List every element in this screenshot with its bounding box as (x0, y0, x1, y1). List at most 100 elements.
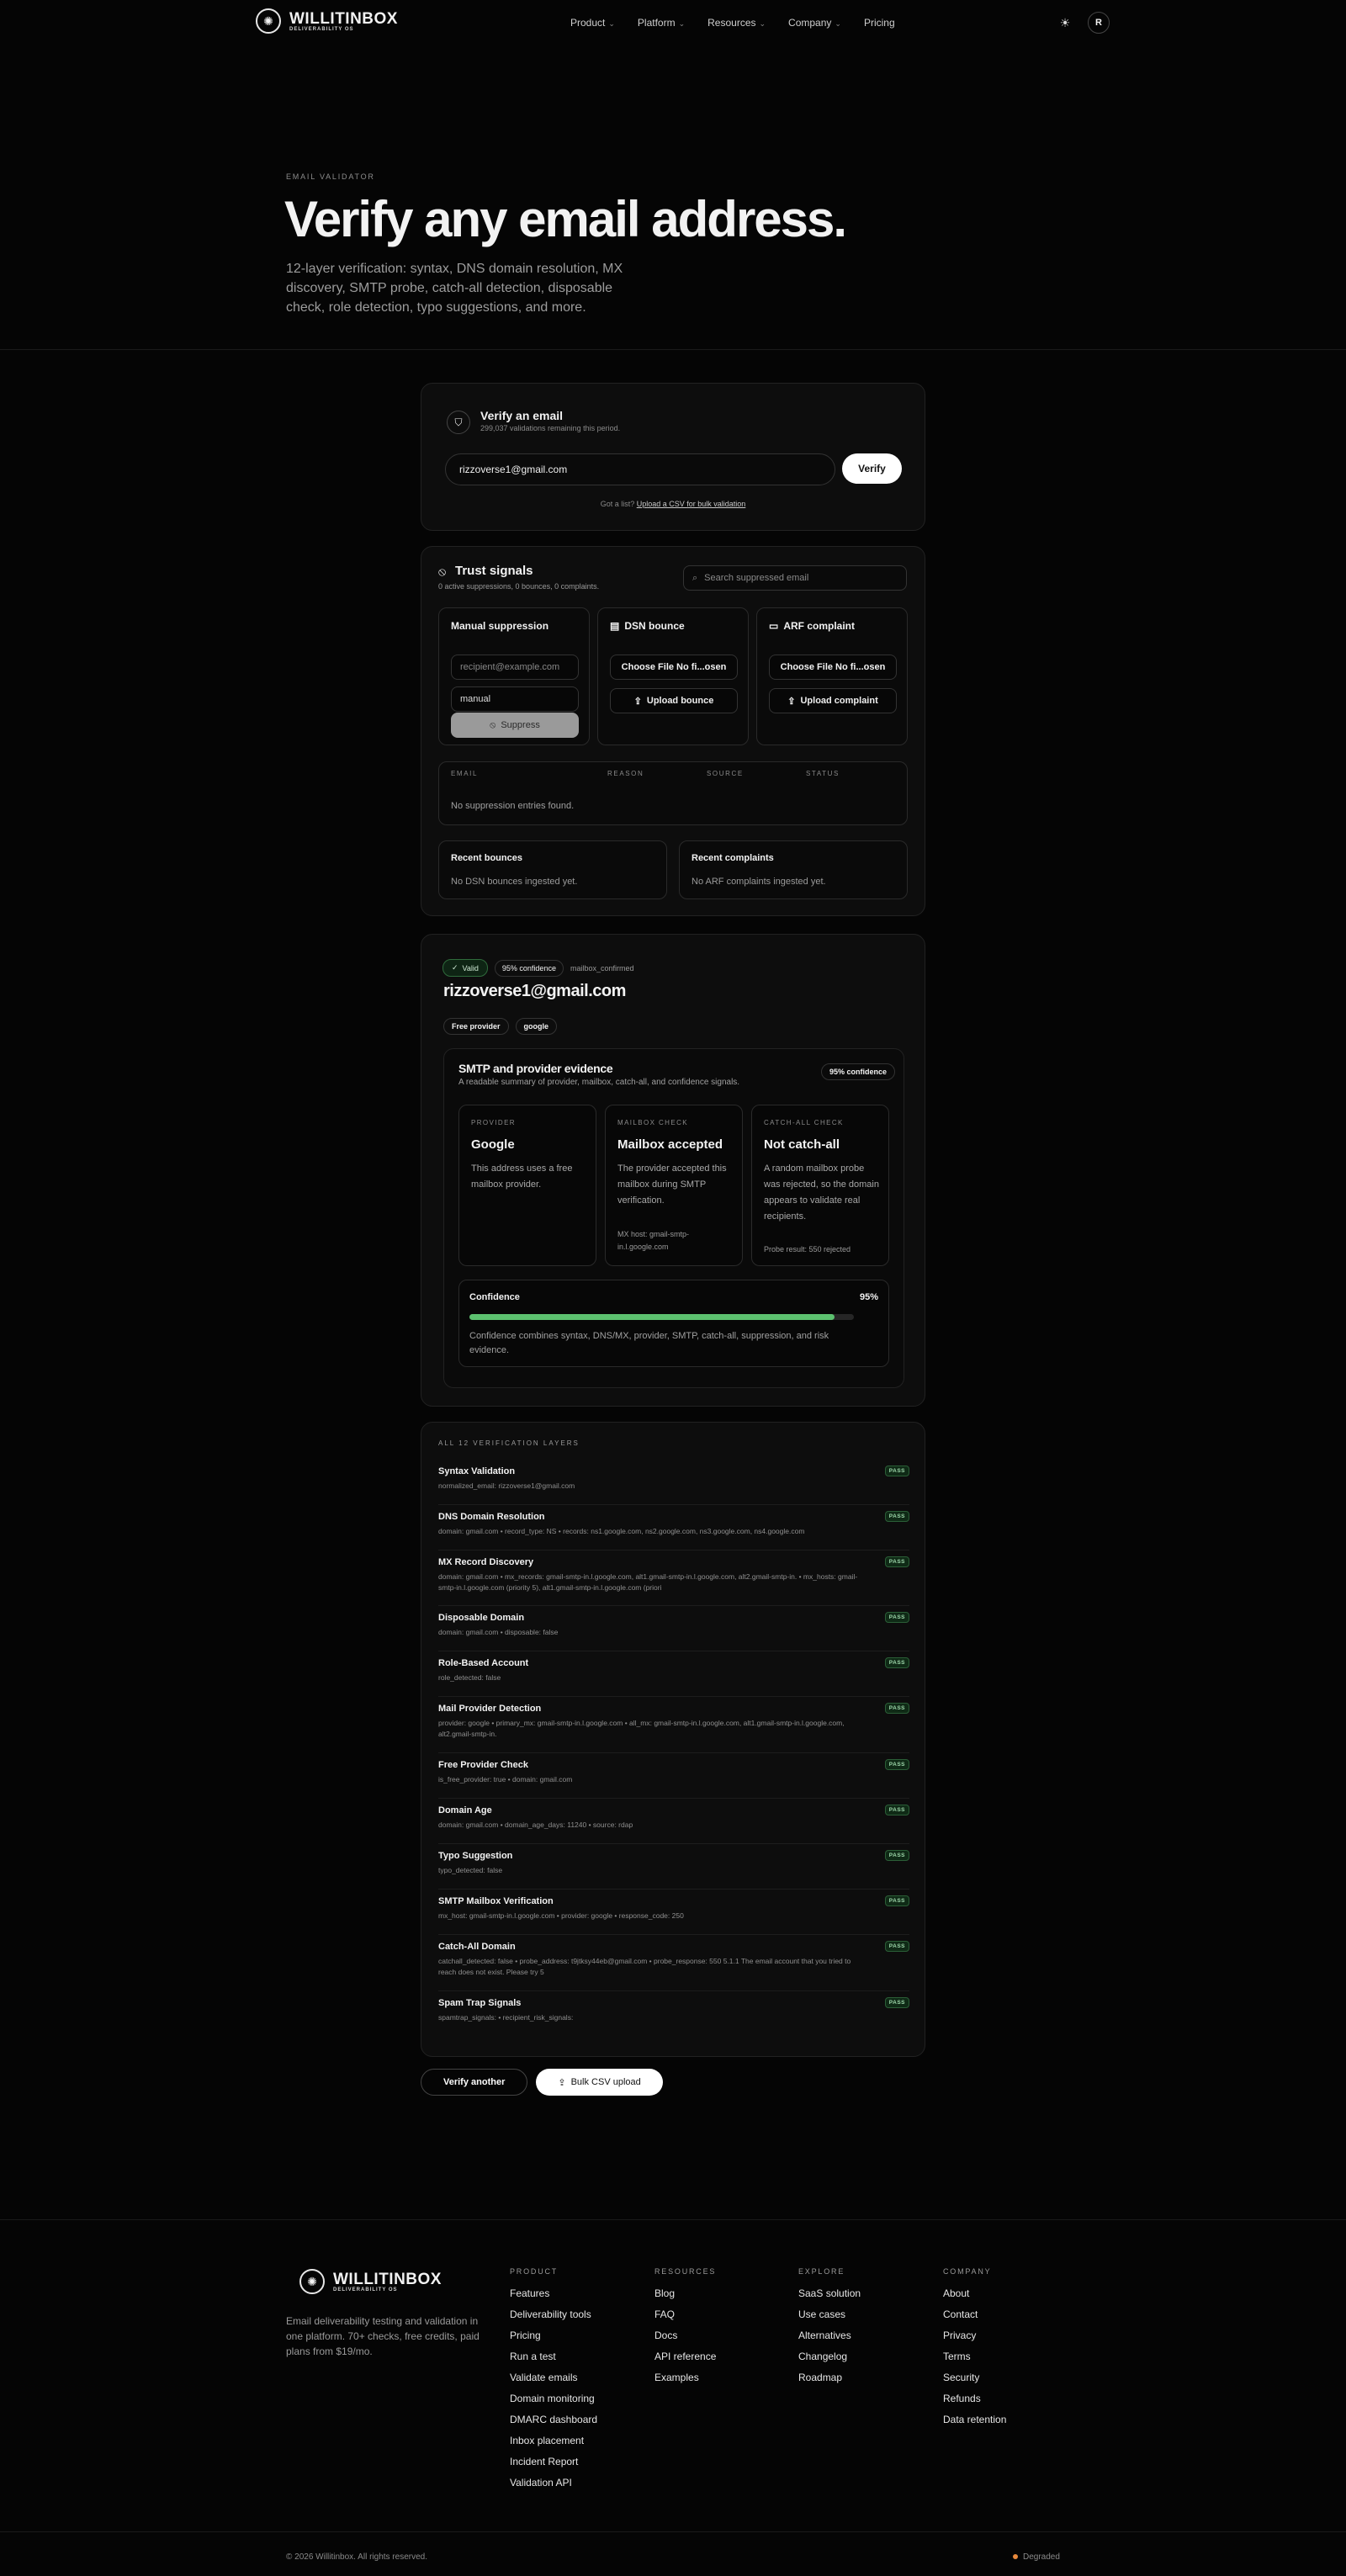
suppress-button[interactable]: ⦸ Suppress (451, 713, 579, 738)
footer-link[interactable]: Roadmap (798, 2372, 861, 2393)
layer-name: Free Provider Check (438, 1760, 528, 1770)
bulk-hint: Got a list? Upload a CSV for bulk valida… (421, 500, 925, 508)
nav-company[interactable]: Company ⌄ (788, 17, 841, 29)
avatar[interactable]: R (1088, 12, 1110, 34)
pass-badge: PASS (884, 1941, 909, 1952)
footer-link[interactable]: Inbox placement (510, 2435, 597, 2456)
table-empty: No suppression entries found. (451, 801, 575, 811)
result-email: rizzoverse1@gmail.com (443, 982, 626, 1000)
footer-link[interactable]: Terms (943, 2351, 1006, 2372)
trust-signals-card: ⦸ Trust signals 0 active suppressions, 0… (421, 546, 925, 916)
footer-link[interactable]: Validate emails (510, 2372, 597, 2393)
trust-title: Trust signals (455, 564, 533, 578)
nav-pricing[interactable]: Pricing (864, 17, 895, 29)
footer-logo[interactable]: ✺ WILLITINBOX DELIVERABILITY OS (299, 2269, 442, 2294)
sun-icon[interactable]: ☀ (1054, 12, 1076, 34)
document-icon: ▤ (610, 620, 620, 632)
copyright: © 2026 Willitinbox. All rights reserved. (286, 2552, 427, 2562)
pass-badge: PASS (884, 1759, 909, 1770)
suppressed-search-input[interactable] (704, 573, 890, 583)
system-status[interactable]: Degraded (1013, 2552, 1060, 2562)
footer-link[interactable]: Domain monitoring (510, 2393, 597, 2414)
layer-detail: catchall_detected: false • probe_address… (438, 1957, 851, 1976)
layer-detail: role_detected: false (438, 1673, 501, 1682)
footer-link[interactable]: Data retention (943, 2414, 1006, 2435)
check-circle-icon: ✓ (452, 963, 458, 972)
upload-bounce-button[interactable]: ⇪ Upload bounce (610, 688, 738, 713)
recipient-input[interactable] (451, 655, 579, 680)
layer-detail: mx_host: gmail-smtp-in.l.google.com • pr… (438, 1911, 684, 1920)
footer-link[interactable]: Run a test (510, 2351, 597, 2372)
dsn-file-input[interactable]: Choose File No fi...osen (610, 655, 738, 680)
footer-link[interactable]: Contact (943, 2308, 1006, 2330)
nav-product[interactable]: Product ⌄ (570, 17, 615, 29)
mailbox-mx-host: MX host: gmail-smtp-in.l.google.com (617, 1230, 690, 1251)
bulk-csv-upload-button[interactable]: ⇪ Bulk CSV upload (536, 2069, 663, 2096)
verify-button[interactable]: Verify (842, 453, 902, 484)
pass-badge: PASS (884, 1612, 909, 1623)
footer-link[interactable]: Docs (654, 2330, 716, 2351)
verify-another-button[interactable]: Verify another (421, 2069, 528, 2096)
message-icon: ▭ (769, 620, 779, 632)
pass-badge: PASS (884, 1703, 909, 1714)
layer-row: Free Provider Check is_free_provider: tru… (438, 1759, 909, 1799)
footer-column: PRODUCT Features Deliverability tools Prici… (510, 2267, 597, 2498)
footer-link[interactable]: Deliverability tools (510, 2308, 597, 2330)
pass-badge: PASS (884, 1805, 909, 1815)
footer-link[interactable]: Use cases (798, 2308, 861, 2330)
hero: EMAIL VALIDATOR Verify any email address… (0, 47, 1346, 350)
verify-remaining: 299,037 validations remaining this perio… (480, 424, 621, 432)
layer-detail: is_free_provider: true • domain: gmail.c… (438, 1775, 573, 1784)
footer-link[interactable]: Changelog (798, 2351, 861, 2372)
footer-link[interactable]: DMARC dashboard (510, 2414, 597, 2435)
pass-badge: PASS (884, 1511, 909, 1522)
email-input[interactable] (445, 453, 835, 485)
pass-badge: PASS (884, 1997, 909, 2008)
footer-description: Email deliverability testing and validat… (286, 2315, 480, 2357)
upload-icon: ⇪ (558, 2077, 566, 2088)
pass-badge: PASS (884, 1657, 909, 1668)
col-status: STATUS (806, 770, 840, 777)
upload-complaint-button[interactable]: ⇪ Upload complaint (769, 688, 897, 713)
col-reason: REASON (607, 770, 644, 777)
bulk-hint-text: Got a list? (600, 500, 635, 508)
chevron-down-icon: ⌄ (608, 19, 615, 28)
footer-link[interactable]: Pricing (510, 2330, 597, 2351)
layer-detail: typo_detected: false (438, 1866, 503, 1874)
footer-link[interactable]: Security (943, 2372, 1006, 2393)
layer-row: Domain Age domain: gmail.com • domain_age… (438, 1805, 909, 1844)
pass-badge: PASS (884, 1556, 909, 1567)
footer-link[interactable]: Refunds (943, 2393, 1006, 2414)
col-source: SOURCE (707, 770, 744, 777)
confidence-badge: 95% confidence (494, 959, 564, 977)
footer-link[interactable]: Validation API (510, 2477, 597, 2498)
layer-row: Role-Based Account role_detected: false PA… (438, 1657, 909, 1697)
layer-row: Mail Provider Detection provider: google … (438, 1703, 909, 1753)
hero-subtitle: 12-layer verification: syntax, DNS domai… (286, 262, 623, 315)
brand-logo[interactable]: ✺ WILLITINBOX DELIVERABILITY OS (256, 8, 398, 34)
arf-file-input[interactable]: Choose File No fi...osen (769, 655, 897, 680)
provider-label: PROVIDER (471, 1119, 516, 1126)
footer-link[interactable]: SaaS solution (798, 2287, 861, 2308)
reason-input[interactable] (451, 686, 579, 712)
catch-all-label: CATCH-ALL CHECK (764, 1119, 844, 1126)
footer-link[interactable]: Blog (654, 2287, 716, 2308)
footer-divider (0, 2531, 1346, 2532)
chevron-down-icon: ⌄ (678, 19, 686, 28)
footer-link[interactable]: About (943, 2287, 1006, 2308)
footer-link[interactable]: Features (510, 2287, 597, 2308)
footer-link[interactable]: FAQ (654, 2308, 716, 2330)
footer-link[interactable]: Examples (654, 2372, 716, 2393)
layer-row: Typo Suggestion typo_detected: false PASS (438, 1850, 909, 1890)
block-icon: ⦸ (490, 719, 496, 730)
nav-resources[interactable]: Resources ⌄ (707, 17, 766, 29)
footer-link[interactable]: Privacy (943, 2330, 1006, 2351)
footer-link[interactable]: API reference (654, 2351, 716, 2372)
footer-link[interactable]: Alternatives (798, 2330, 861, 2351)
confidence-bar (469, 1314, 854, 1320)
suppression-table: EMAIL REASON SOURCE STATUS No suppressio… (438, 761, 908, 825)
catch-all-desc: A random mailbox probe was rejected, so … (764, 1163, 879, 1222)
bulk-csv-link[interactable]: Upload a CSV for bulk validation (637, 500, 746, 508)
nav-platform[interactable]: Platform ⌄ (638, 17, 685, 29)
footer-link[interactable]: Incident Report (510, 2456, 597, 2477)
